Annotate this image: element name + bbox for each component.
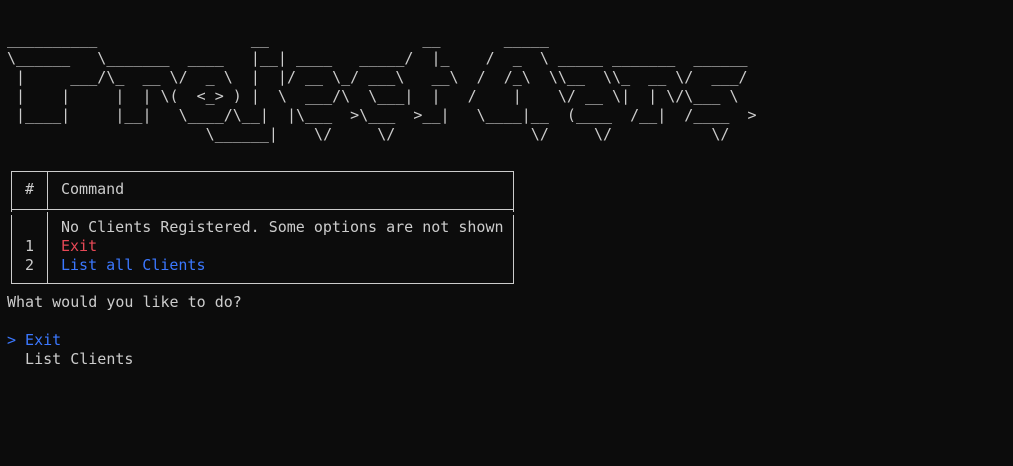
column-divider: [47, 172, 48, 210]
menu-option-exit[interactable]: > Exit: [7, 331, 61, 350]
no-clients-note: No Clients Registered. Some options are …: [61, 218, 504, 236]
ascii-banner: __________ __ __ _____ \______ \_______ …: [7, 30, 757, 143]
table-gap: [11, 210, 514, 215]
menu-option-list-clients[interactable]: List Clients: [7, 350, 133, 369]
column-header-command: Command: [61, 180, 125, 198]
column-divider: [47, 212, 48, 284]
question-prompt: What would you like to do?: [7, 293, 242, 311]
command-exit: Exit: [61, 237, 98, 255]
row-number: 2: [25, 256, 35, 274]
command-table: # Command No Clients Registered. Some op…: [11, 171, 514, 284]
column-header-number: #: [25, 180, 35, 198]
command-list-clients: List all Clients: [61, 256, 206, 274]
row-number: 1: [25, 237, 35, 255]
terminal-window: __________ __ __ _____ \______ \_______ …: [0, 0, 1013, 466]
